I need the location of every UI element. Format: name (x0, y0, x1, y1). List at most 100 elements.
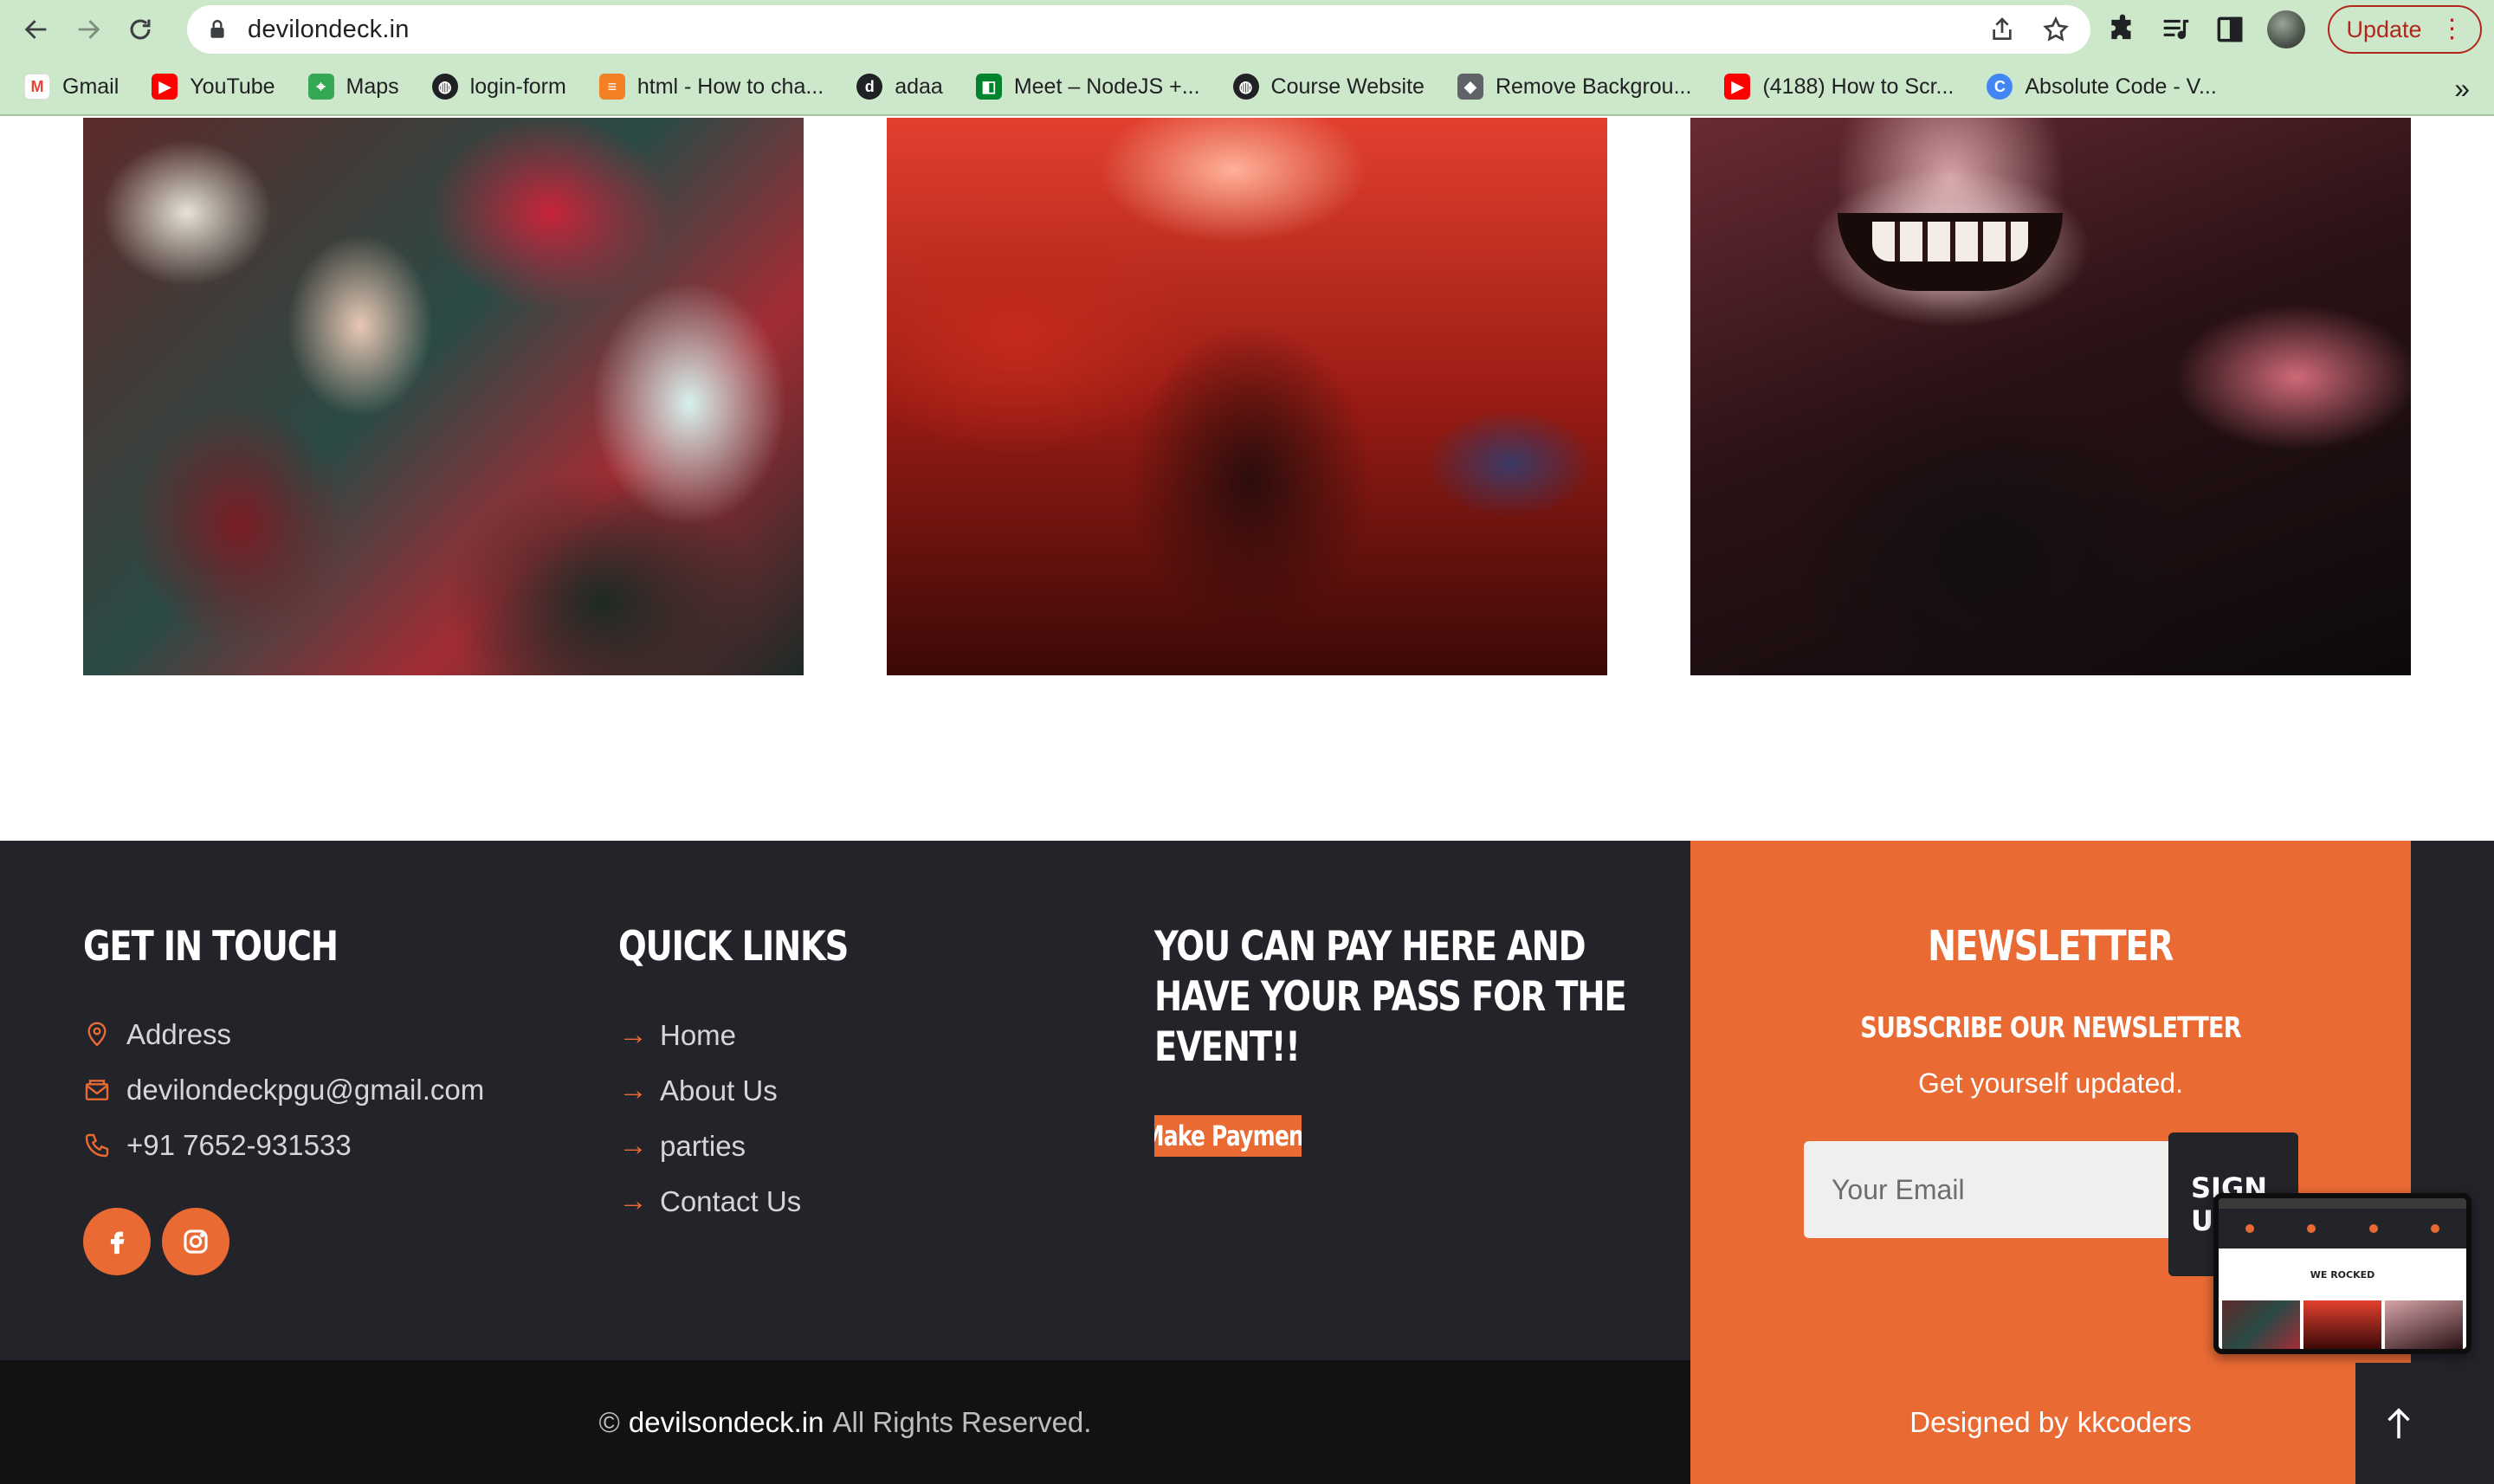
contact-email[interactable]: devilondeckpgu@gmail.com (83, 1074, 484, 1107)
payment-title-line2: HAVE YOUR PASS FOR THE (1154, 973, 1627, 1021)
copyright-rest: All Rights Reserved. (832, 1405, 1092, 1438)
quick-link-parties[interactable]: → parties (618, 1129, 746, 1163)
maps-icon: ⌖ (307, 74, 334, 100)
arrow-right-icon: → (618, 1129, 648, 1162)
instagram-icon (184, 1229, 208, 1254)
globe-icon: ◍ (431, 74, 458, 100)
designed-by-prefix: Designed by (1909, 1405, 2069, 1438)
media-control-icon[interactable] (2160, 13, 2193, 46)
bookmark-absolute-code[interactable]: C Absolute Code - V... (1987, 74, 2217, 100)
newsletter-email-input[interactable] (1804, 1141, 2176, 1238)
newsletter-title-text: NEWSLETTER (1928, 922, 2174, 971)
arrow-right-icon: → (618, 1074, 648, 1107)
bookmark-label: Maps (346, 74, 399, 99)
screenshot-preview-thumbnail[interactable]: WE ROCKED (2213, 1193, 2471, 1354)
bookmark-label: Meet – NodeJS +... (1013, 74, 1200, 99)
site-footer: GET IN TOUCH Address devilondeckpgu@gmai… (0, 841, 2494, 1484)
globe-icon: ◍ (1232, 74, 1259, 100)
meet-icon: ◧ (975, 74, 1002, 100)
contact-email-text: devilondeckpgu@gmail.com (126, 1074, 485, 1106)
bookmark-youtube[interactable]: ▶ YouTube (152, 74, 275, 100)
quick-link-home[interactable]: → Home (618, 1018, 736, 1052)
bookmark-label: login-form (469, 74, 566, 99)
bookmark-label: Absolute Code - V... (2025, 74, 2217, 99)
location-pin-icon (87, 1022, 107, 1047)
quick-link-contact-us[interactable]: → Contact Us (618, 1184, 801, 1218)
star-icon[interactable] (2042, 16, 2070, 43)
copyright-site-link[interactable]: devilsondeck.in (629, 1406, 824, 1439)
preview-caption: WE ROCKED (2310, 1269, 2375, 1281)
preview-heading-area: WE ROCKED (2219, 1248, 2466, 1300)
gallery-photo-clown-mask (1690, 118, 2411, 675)
bookmark-remove-background[interactable]: ◆ Remove Backgrou... (1457, 74, 1691, 100)
get-in-touch-title: GET IN TOUCH (83, 923, 339, 971)
contact-address-text: Address (126, 1018, 232, 1050)
newsletter-description: Get yourself updated. (1918, 1068, 2183, 1099)
contact-address: Address (83, 1018, 231, 1051)
reload-button[interactable] (114, 0, 166, 59)
contact-phone[interactable]: +91 7652-931533 (83, 1129, 352, 1162)
phone-icon (85, 1133, 109, 1158)
stackoverflow-icon: ≡ (598, 74, 625, 100)
bookmark-label: Course Website (1270, 74, 1425, 99)
newsletter-title: NEWSLETTER (1690, 922, 2411, 971)
bookmark-course-website[interactable]: ◍ Course Website (1232, 74, 1425, 100)
back-button[interactable] (10, 0, 62, 59)
bookmark-login-form[interactable]: ◍ login-form (431, 74, 566, 100)
arrow-right-icon: → (618, 1018, 648, 1051)
instagram-button[interactable] (162, 1208, 229, 1275)
make-payment-button[interactable]: Make Payment (1154, 1115, 1302, 1157)
bookmark-maps[interactable]: ⌖ Maps (307, 74, 399, 100)
contact-phone-text: +91 7652-931533 (126, 1129, 352, 1161)
bookmarks-bar: M Gmail ▶ YouTube ⌖ Maps ◍ login-form ≡ … (0, 59, 2494, 116)
browser-toolbar: devilondeck.in Update ⋮ (0, 0, 2494, 59)
bookmark-adaa[interactable]: d adaa (856, 74, 943, 100)
arrow-left-icon (24, 20, 47, 39)
payment-title-line3: EVENT!! (1154, 1023, 1301, 1071)
browser-tool-icons (2106, 0, 2305, 59)
facebook-button[interactable] (83, 1208, 151, 1275)
quick-link-label: About Us (660, 1074, 778, 1107)
arrow-right-icon: → (618, 1184, 648, 1217)
forward-button[interactable] (62, 0, 114, 59)
address-bar-actions (1988, 5, 2070, 54)
make-payment-label: Make Payment (1154, 1119, 1302, 1152)
more-bookmarks-icon[interactable]: » (2454, 73, 2470, 105)
bookmark-gmail[interactable]: M Gmail (24, 74, 119, 100)
menu-dots-icon: ⋮ (2439, 15, 2465, 43)
bookmark-label: adaa (895, 74, 943, 99)
back-to-top-button[interactable] (2355, 1363, 2442, 1484)
bookmark-label: (4188) How to Scr... (1762, 74, 1954, 99)
payment-title-line1: YOU CAN PAY HERE AND (1154, 923, 1586, 971)
side-panel-icon[interactable] (2213, 13, 2246, 46)
address-bar[interactable]: devilondeck.in (187, 5, 2090, 54)
newsletter-subtitle-text: SUBSCRIBE OUR NEWSLETTER (1860, 1010, 2241, 1044)
extensions-icon[interactable] (2106, 13, 2139, 46)
copyright-text: © devilsondeck.in All Rights Reserved. (0, 1360, 1690, 1484)
designed-by: Designed by kkcoders (1690, 1360, 2411, 1484)
bookmark-html[interactable]: ≡ html - How to cha... (598, 74, 824, 100)
preview-stats-strip (2219, 1209, 2466, 1248)
gallery-photo-dj (887, 118, 1607, 675)
update-button[interactable]: Update ⋮ (2328, 5, 2482, 54)
preview-top-bar (2219, 1198, 2466, 1209)
facebook-icon (110, 1231, 125, 1255)
copyright-symbol: © (598, 1405, 620, 1438)
quick-link-label: Home (660, 1018, 737, 1051)
profile-avatar[interactable] (2267, 10, 2305, 48)
quick-link-label: Contact Us (660, 1184, 802, 1217)
quick-links-title: QUICK LINKS (618, 923, 849, 971)
bookmark-youtube-video[interactable]: ▶ (4188) How to Scr... (1724, 74, 1954, 100)
absolute-code-icon: C (1987, 74, 2013, 100)
share-icon[interactable] (1988, 16, 2016, 43)
bookmark-label: Gmail (62, 74, 120, 99)
youtube-icon: ▶ (1724, 74, 1751, 100)
bookmark-meet[interactable]: ◧ Meet – NodeJS +... (975, 74, 1200, 100)
update-label: Update (2346, 16, 2422, 42)
newsletter-subtitle: SUBSCRIBE OUR NEWSLETTER (1690, 1010, 2411, 1044)
arrow-right-icon (78, 20, 100, 39)
removebg-icon: ◆ (1457, 74, 1483, 100)
clown-smile-shape (1838, 213, 2063, 291)
quick-link-about-us[interactable]: → About Us (618, 1074, 778, 1107)
designed-by-author[interactable]: kkcoders (2077, 1406, 2192, 1439)
